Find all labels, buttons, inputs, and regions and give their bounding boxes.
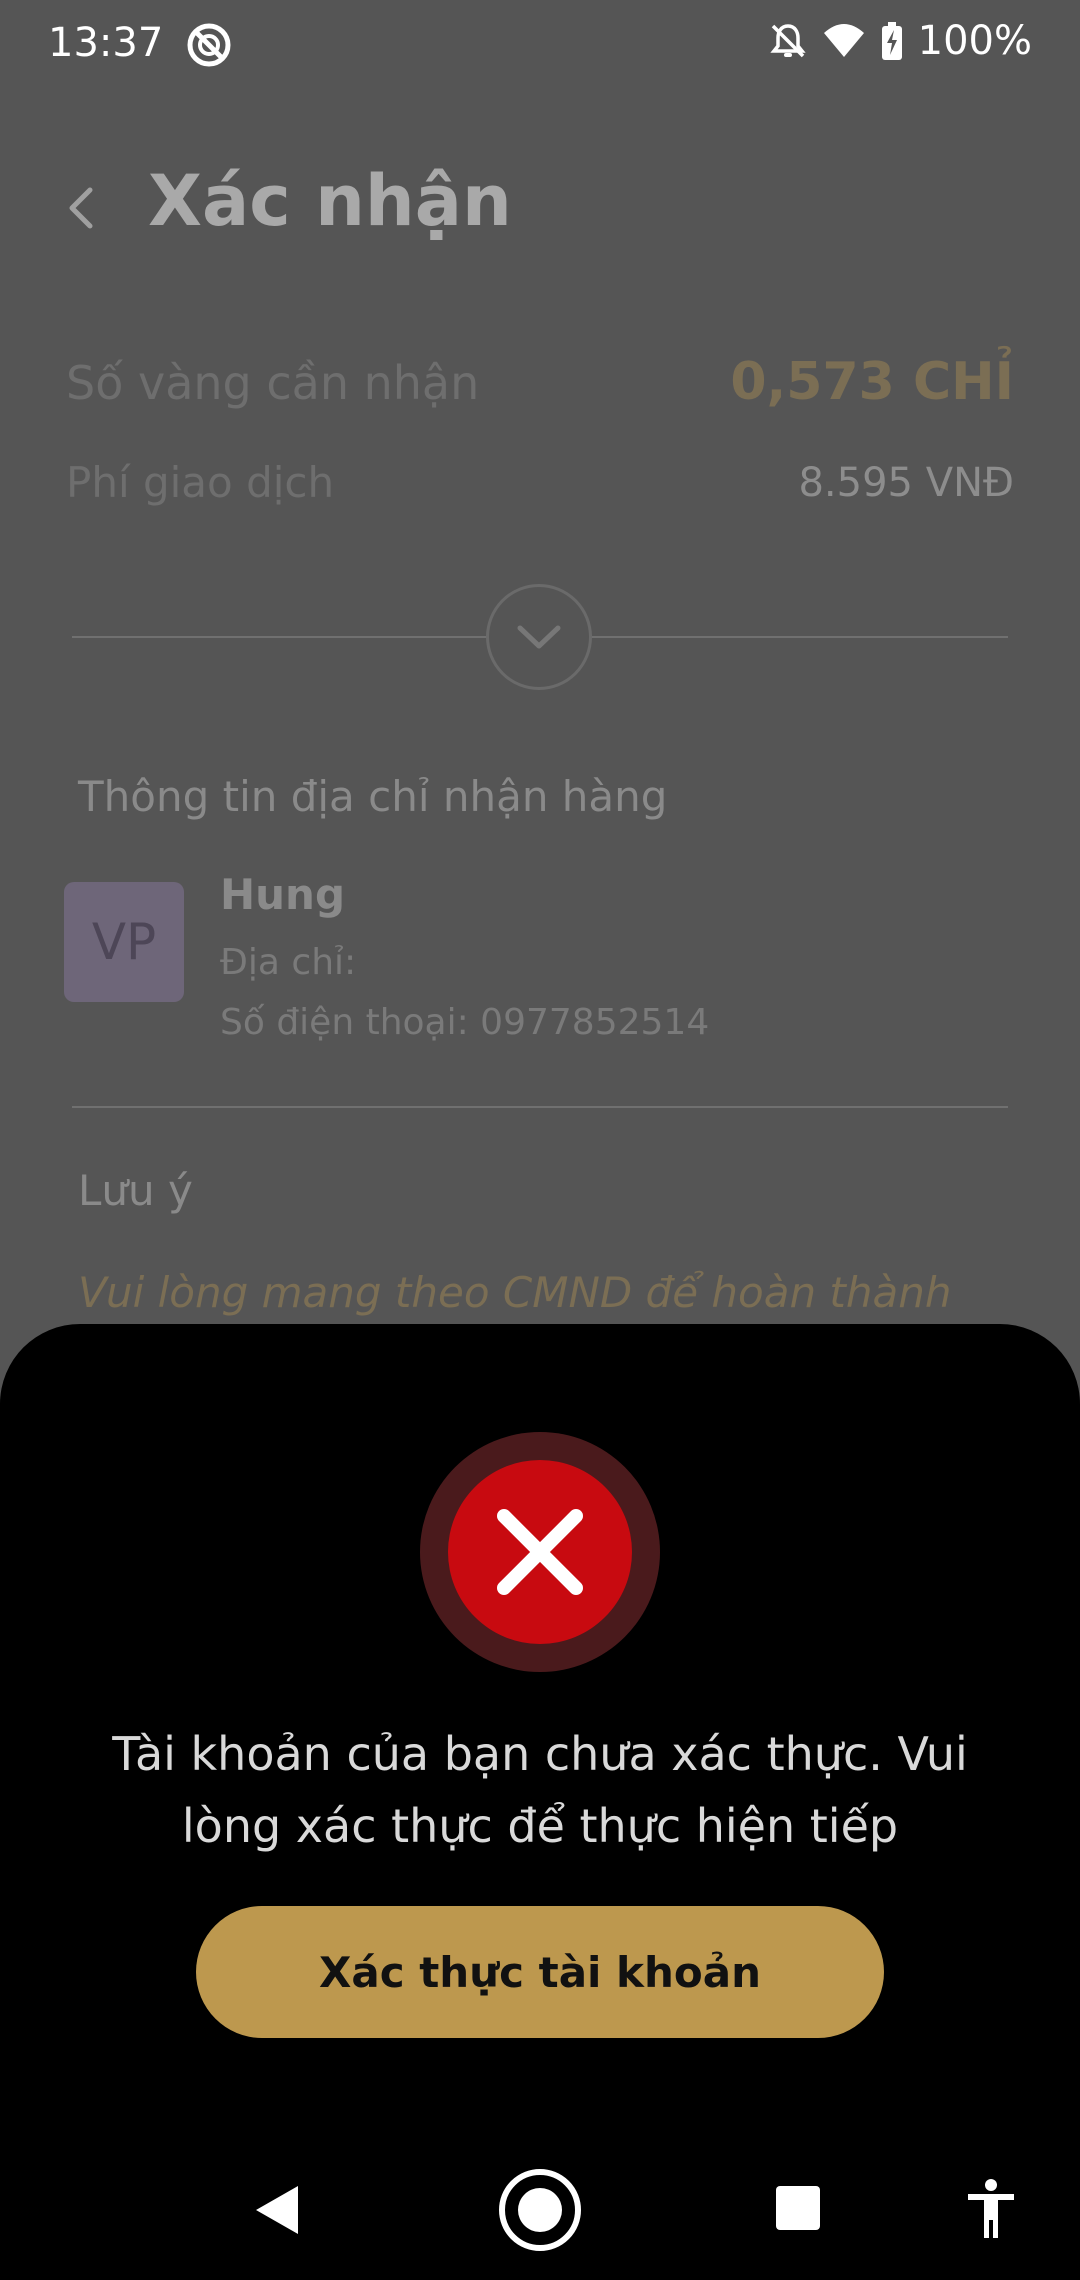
battery-percent: 100% — [917, 18, 1032, 64]
app-screen: 13:37 100% Xác nhận Số vàng cần nhận 0,5… — [0, 0, 1080, 2280]
bell-off-icon — [769, 24, 806, 58]
recipient-phone: Số điện thoại: 0977852514 — [220, 1002, 710, 1043]
recipient-address: Địa chỉ: — [220, 942, 357, 983]
dialog-message: Tài khoản của bạn chưa xác thực. Vui lòn… — [112, 1727, 968, 1853]
page-title: Xác nhận — [148, 160, 512, 242]
chevron-down-icon — [517, 625, 561, 649]
avatar: VP — [64, 882, 184, 1002]
error-x-icon — [420, 1432, 660, 1672]
status-time: 13:37 — [48, 20, 164, 66]
back-arrow-icon[interactable] — [54, 178, 114, 238]
wifi-icon — [823, 24, 864, 57]
note-title: Lưu ý — [78, 1166, 193, 1215]
fee-label: Phí giao dịch — [66, 458, 335, 507]
gold-amount-value: 0,573 CHỈ — [730, 352, 1014, 412]
nav-back-icon[interactable] — [252, 2182, 302, 2238]
status-bar: 13:37 100% — [0, 0, 1080, 92]
navigation-bar — [0, 2140, 1080, 2280]
fee-value: 8.595 VNĐ — [798, 460, 1014, 506]
divider — [72, 1106, 1008, 1108]
battery-charging-icon — [881, 22, 902, 60]
accessibility-icon[interactable] — [966, 2178, 1016, 2240]
nav-recents-icon[interactable] — [774, 2184, 822, 2232]
recipient-name: Hung — [220, 870, 346, 919]
gold-amount-label: Số vàng cần nhận — [66, 356, 480, 410]
note-text: Vui lòng mang theo CMND để hoàn thành — [78, 1268, 952, 1317]
address-section-title: Thông tin địa chỉ nhận hàng — [78, 772, 668, 821]
verify-account-button[interactable]: Xác thực tài khoản — [196, 1906, 884, 2038]
nav-home-icon[interactable] — [496, 2166, 584, 2254]
status-icons: 100% — [768, 18, 1032, 64]
app-notification-icon — [187, 23, 231, 67]
expand-button[interactable] — [486, 584, 592, 690]
